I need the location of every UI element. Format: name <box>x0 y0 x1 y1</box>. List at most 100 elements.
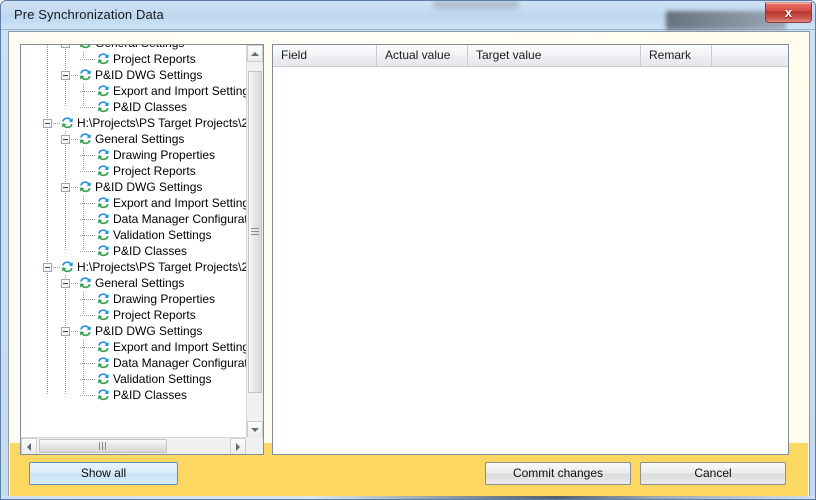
tree-node-label: Validation Settings <box>113 372 212 386</box>
vertical-scroll-thumb[interactable] <box>248 71 262 393</box>
sync-arrows-icon <box>78 180 93 194</box>
tree-node-label: P&ID DWG Settings <box>95 180 203 194</box>
tree-connector-line <box>80 59 96 60</box>
tree-node[interactable]: P&ID Classes <box>21 387 247 403</box>
sync-arrows-icon <box>96 164 111 178</box>
tree-node-label: Data Manager Configurations <box>113 212 247 226</box>
tree-node[interactable]: Project Reports <box>21 163 247 179</box>
sync-arrows-icon <box>96 356 111 370</box>
tree-connector-line <box>80 379 96 380</box>
sync-arrows-icon <box>78 45 93 50</box>
sync-arrows-icon <box>96 292 111 306</box>
tree-connector-line <box>80 107 96 108</box>
scroll-up-button[interactable] <box>247 45 263 62</box>
grid-column-header-label: Target value <box>476 48 542 62</box>
tree-expander-collapse-icon[interactable] <box>61 183 70 192</box>
tree-node-label: H:\Projects\PS Target Projects\2010( <box>77 116 247 130</box>
commit-changes-button[interactable]: Commit changes <box>485 462 631 485</box>
tree-node[interactable]: H:\Projects\PS Target Projects\2010( <box>21 115 247 131</box>
tree-connector-line <box>80 299 96 300</box>
tree-node-label: Validation Settings <box>113 228 212 242</box>
tree-vertical-scrollbar[interactable] <box>246 45 263 438</box>
tree-node[interactable]: Project Reports <box>21 51 247 67</box>
tree-node[interactable]: Validation Settings <box>21 371 247 387</box>
sync-arrows-icon <box>78 68 93 82</box>
sync-arrows-icon <box>96 100 111 114</box>
scroll-right-button[interactable] <box>230 438 246 454</box>
sync-arrows-icon <box>96 212 111 226</box>
show-all-button[interactable]: Show all <box>29 462 178 485</box>
close-icon: x <box>784 5 793 20</box>
grid-column-header-label: Remark <box>649 48 692 62</box>
tree-node-label: H:\Projects\PS Target Projects\2010( <box>77 260 247 274</box>
window-title: Pre Synchronization Data <box>14 7 164 22</box>
tree-expander-collapse-icon[interactable] <box>43 263 52 272</box>
tree-node-label: General Settings <box>95 132 185 146</box>
tree-node-label: Project Reports <box>113 164 196 178</box>
scrollbar-corner <box>246 437 263 454</box>
tree-expander-collapse-icon[interactable] <box>61 135 70 144</box>
tree-node[interactable]: H:\Projects\PS Target Projects\2010( <box>21 259 247 275</box>
tree-expander-collapse-icon[interactable] <box>43 119 52 128</box>
tree-connector-line <box>80 219 96 220</box>
close-button[interactable]: x <box>765 2 812 23</box>
tree-node[interactable]: General Settings <box>21 131 247 147</box>
synchronization-tree[interactable]: General Settings Project Reports P&ID DWG … <box>21 45 247 438</box>
tree-connector-line <box>53 123 60 124</box>
tree-node[interactable]: Drawing Properties <box>21 147 247 163</box>
scroll-down-button[interactable] <box>247 421 263 438</box>
tree-node-label: General Settings <box>95 276 185 290</box>
tree-node[interactable]: P&ID Classes <box>21 243 247 259</box>
tree-expander-collapse-icon[interactable] <box>61 279 70 288</box>
tree-node-label: P&ID Classes <box>113 244 188 258</box>
tree-horizontal-scrollbar[interactable] <box>21 437 247 454</box>
tree-connector-line <box>80 315 96 316</box>
cancel-button[interactable]: Cancel <box>640 462 786 485</box>
grid-column-header[interactable] <box>712 45 788 66</box>
tree-connector-line <box>71 283 78 284</box>
tree-node[interactable]: General Settings <box>21 275 247 291</box>
tree-node[interactable]: Data Manager Configurations <box>21 211 247 227</box>
tree-expander-collapse-icon[interactable] <box>61 71 70 80</box>
tree-connector-line <box>80 91 96 92</box>
tree-node[interactable]: P&ID DWG Settings <box>21 67 247 83</box>
tree-connector-line <box>80 363 96 364</box>
tree-expander-collapse-icon[interactable] <box>61 45 70 48</box>
grid-body[interactable] <box>273 67 788 454</box>
tree-node[interactable]: Drawing Properties <box>21 291 247 307</box>
tree-node[interactable]: P&ID DWG Settings <box>21 179 247 195</box>
tree-node-label: P&ID Classes <box>113 100 188 114</box>
grid-column-header[interactable]: Actual value <box>377 45 468 66</box>
tree-node[interactable]: Data Manager Configurations <box>21 355 247 371</box>
sync-arrows-icon <box>96 388 111 402</box>
tree-node[interactable]: P&ID DWG Settings <box>21 323 247 339</box>
horizontal-scroll-thumb[interactable] <box>39 439 167 453</box>
tree-connector-line <box>80 347 96 348</box>
tree-connector-line <box>80 171 96 172</box>
tree-panel: General Settings Project Reports P&ID DWG … <box>20 44 264 455</box>
scroll-left-button[interactable] <box>21 438 37 454</box>
tree-node[interactable]: P&ID Classes <box>21 99 247 115</box>
sync-arrows-icon <box>60 260 75 274</box>
dialog-window: Pre Synchronization Data x General Setti… <box>0 0 816 500</box>
tree-node[interactable]: Export and Import Settings <box>21 83 247 99</box>
tree-node[interactable]: Export and Import Settings <box>21 195 247 211</box>
tree-connector-line <box>80 235 96 236</box>
tree-connector-line <box>71 331 78 332</box>
title-bar: Pre Synchronization Data x <box>1 1 815 30</box>
grid-column-header[interactable]: Field <box>273 45 377 66</box>
tree-node-label: Drawing Properties <box>113 292 216 306</box>
grid-column-header[interactable]: Target value <box>468 45 641 66</box>
sync-arrows-icon <box>96 340 111 354</box>
tree-node[interactable]: Project Reports <box>21 307 247 323</box>
window-bottom-edge <box>1 496 815 499</box>
tree-node[interactable]: Validation Settings <box>21 227 247 243</box>
tree-node[interactable]: Export and Import Settings <box>21 339 247 355</box>
tree-node-label: Export and Import Settings <box>113 196 247 210</box>
tree-connector-line <box>53 267 60 268</box>
tree-connector-line <box>71 187 78 188</box>
tree-node-label: P&ID DWG Settings <box>95 68 203 82</box>
grid-column-header[interactable]: Remark <box>641 45 712 66</box>
chevron-up-icon <box>251 51 259 56</box>
tree-expander-collapse-icon[interactable] <box>61 327 70 336</box>
